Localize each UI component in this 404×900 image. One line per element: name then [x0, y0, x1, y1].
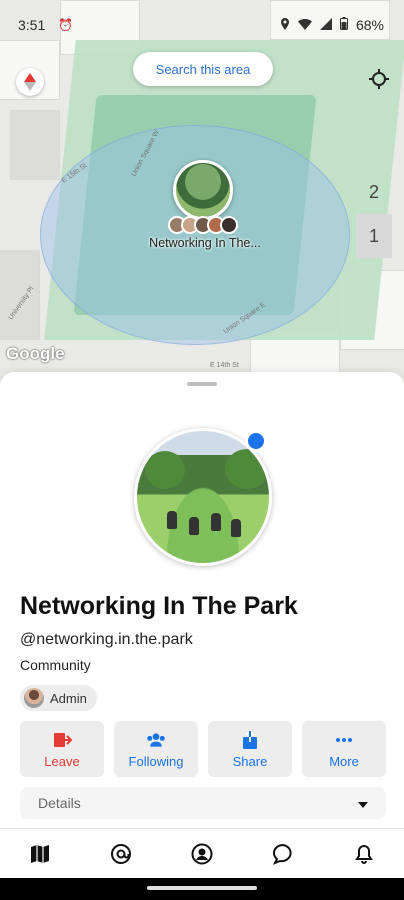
person-shape — [167, 511, 177, 529]
chat-icon — [272, 843, 292, 865]
share-button[interactable]: Share — [208, 721, 292, 777]
group-name: Networking In The Park — [20, 592, 298, 620]
person-shape — [211, 513, 221, 531]
drag-handle[interactable] — [187, 382, 217, 386]
floor-option[interactable]: 2 — [356, 170, 392, 214]
action-row: Leave Following Share More — [20, 721, 386, 777]
member-avatars — [168, 216, 238, 234]
status-bar: 3:51 ⏰ 68% — [0, 0, 404, 48]
leave-label: Leave — [44, 753, 80, 769]
people-icon — [147, 732, 165, 747]
wifi-icon — [297, 17, 312, 33]
nav-map[interactable] — [20, 834, 60, 874]
map-view[interactable]: E 15th St Union Square W University Pl U… — [0, 0, 404, 390]
chevron-down-icon — [358, 795, 368, 811]
more-icon — [336, 737, 352, 742]
leave-button[interactable]: Leave — [20, 721, 104, 777]
battery-icon — [339, 17, 348, 33]
bottom-nav — [0, 828, 404, 878]
bell-icon — [354, 844, 373, 864]
person-shape — [231, 519, 241, 537]
floor-option-active[interactable]: 1 — [356, 214, 392, 258]
area-radius — [40, 125, 350, 345]
nav-mentions[interactable] — [101, 834, 141, 874]
location-icon — [280, 17, 290, 33]
group-handle: @networking.in.the.park — [20, 631, 193, 648]
nav-notifications[interactable] — [344, 834, 384, 874]
leave-icon — [54, 732, 72, 747]
nav-chat[interactable] — [263, 834, 303, 874]
more-button[interactable]: More — [302, 721, 386, 777]
battery-percent: 68% — [355, 17, 384, 33]
admin-avatar — [24, 688, 44, 708]
tree-shape — [145, 451, 185, 489]
home-indicator[interactable] — [147, 886, 257, 890]
details-label: Details — [38, 795, 81, 811]
signal-icon — [319, 17, 332, 33]
marker-label: Networking In The... — [149, 236, 261, 250]
my-location-icon[interactable] — [366, 66, 392, 92]
map-icon — [31, 844, 50, 863]
gesture-area — [0, 878, 404, 900]
street-label: E 14th St — [210, 362, 239, 369]
person-shape — [189, 517, 199, 535]
group-sheet: Networking In The Park @networking.in.th… — [0, 372, 404, 828]
tree-shape — [225, 449, 269, 489]
google-logo: Google — [6, 344, 65, 363]
status-dot — [245, 430, 267, 452]
details-dropdown[interactable]: Details — [20, 787, 386, 819]
search-this-area-button[interactable]: Search this area — [133, 52, 273, 86]
avatar — [220, 216, 238, 234]
status-time: 3:51 — [18, 17, 46, 33]
compass-icon[interactable] — [16, 68, 44, 96]
admin-chip-label: Admin — [50, 690, 87, 706]
share-label: Share — [232, 753, 268, 769]
alarm-icon: ⏰ — [58, 18, 73, 32]
group-type: Community — [20, 657, 91, 673]
admin-chip[interactable]: Admin — [20, 685, 97, 711]
following-label: Following — [128, 753, 184, 769]
more-label: More — [329, 753, 359, 769]
nav-profile[interactable] — [182, 834, 222, 874]
group-map-marker[interactable] — [173, 160, 233, 220]
following-button[interactable]: Following — [114, 721, 198, 777]
floor-selector: 2 1 — [356, 170, 392, 258]
map-building — [0, 250, 40, 340]
profile-icon — [191, 843, 213, 864]
app-screen: E 15th St Union Square W University Pl U… — [0, 0, 404, 900]
share-icon — [243, 729, 257, 749]
at-icon — [111, 843, 132, 864]
map-building — [10, 110, 60, 180]
